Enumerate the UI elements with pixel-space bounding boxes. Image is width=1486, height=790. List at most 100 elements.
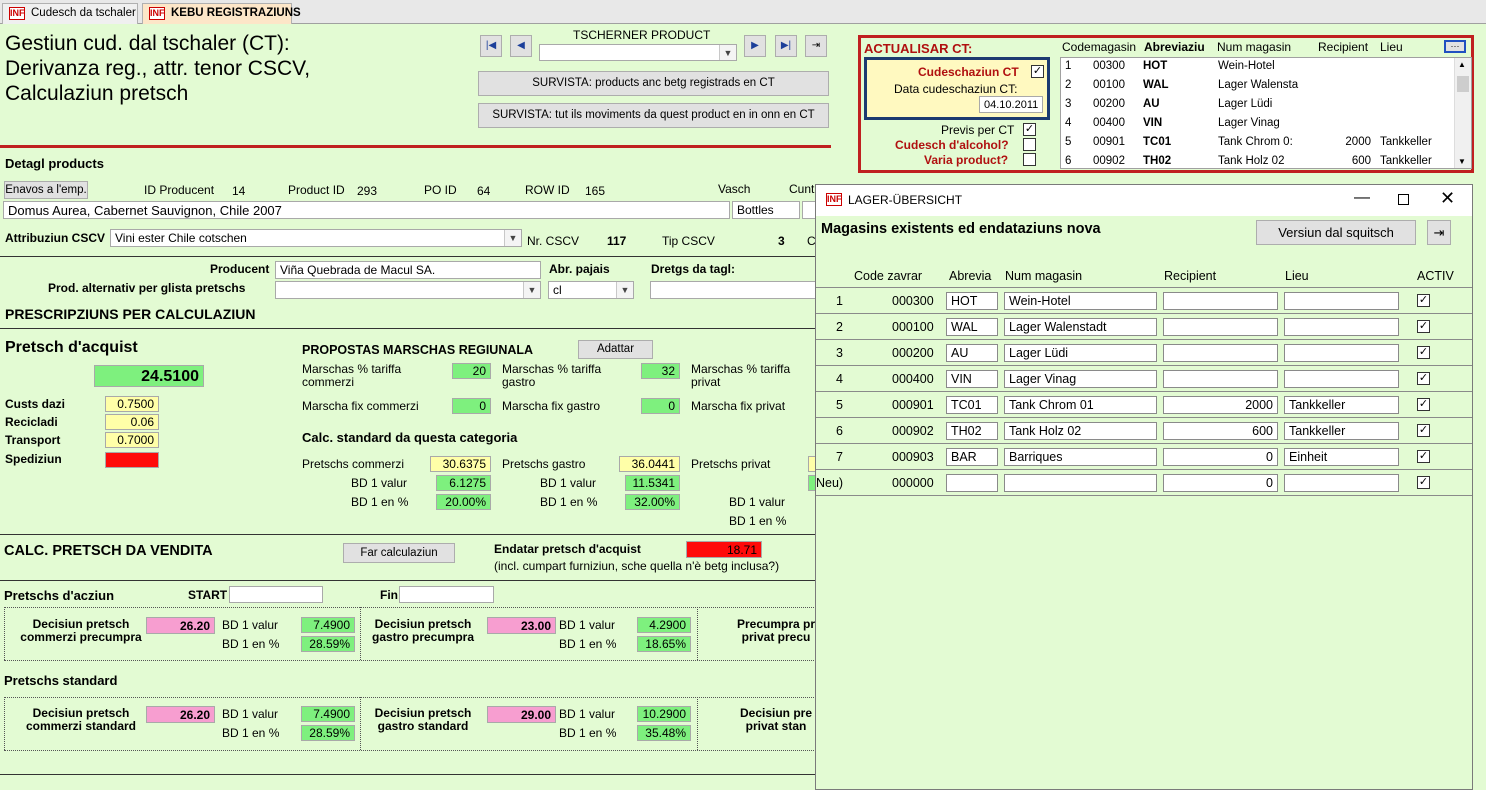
chevron-down-icon[interactable]: ▼ [719, 45, 736, 60]
dec-comm-std-pct-field[interactable]: 28.59% [301, 725, 355, 741]
row-lieu-field[interactable] [1284, 318, 1399, 336]
dec-gastro-pre-bd-field[interactable]: 4.2900 [637, 617, 691, 633]
scroll-up-icon[interactable]: ▲ [1458, 60, 1466, 69]
dec-gastro-std-bd-field[interactable]: 10.2900 [637, 706, 691, 722]
table-row[interactable]: 7 000903 BAR Barriques 0 Einheit ✓ [816, 444, 1472, 470]
row-activ-checkbox[interactable]: ✓ [1417, 320, 1430, 333]
row-activ-checkbox[interactable]: ✓ [1417, 476, 1430, 489]
dec-gastro-pre-pct-field[interactable]: 18.65% [637, 636, 691, 652]
fin-field[interactable] [399, 586, 494, 603]
ct-list-more-button[interactable]: ··· [1444, 40, 1466, 53]
m-tar-comm-field[interactable]: 20 [452, 363, 491, 379]
row-abr-field[interactable]: WAL [946, 318, 998, 336]
table-row[interactable]: 3 000200 AU Lager Lüdi ✓ [816, 340, 1472, 366]
table-row[interactable]: 4 000400 VIN Lager Vinag ✓ [816, 366, 1472, 392]
abr-pajais-combo[interactable]: cl ▼ [548, 281, 634, 299]
chevron-down-icon[interactable]: ▼ [616, 282, 633, 298]
row-lieu-field[interactable]: Tankkeller [1284, 422, 1399, 440]
dec-comm-pre-field[interactable]: 26.20 [146, 617, 215, 634]
row-name-field[interactable]: Lager Vinag [1004, 370, 1157, 388]
spediziun-field[interactable] [105, 452, 159, 468]
close-icon[interactable]: ✕ [1440, 188, 1455, 209]
row-name-field[interactable]: Barriques [1004, 448, 1157, 466]
row-abr-field[interactable]: VIN [946, 370, 998, 388]
row-name-field[interactable]: Tank Chrom 01 [1004, 396, 1157, 414]
gastro-bd-valur-field[interactable]: 11.5341 [625, 475, 680, 491]
m-fix-comm-field[interactable]: 0 [452, 398, 491, 414]
row-activ-checkbox[interactable]: ✓ [1417, 424, 1430, 437]
row-rec-field[interactable]: 600 [1163, 422, 1278, 440]
row-rec-field[interactable] [1163, 292, 1278, 310]
dec-comm-pre-pct-field[interactable]: 28.59% [301, 636, 355, 652]
data-cudeschaziun-field[interactable]: 04.10.2011 [979, 96, 1043, 113]
row-rec-field[interactable]: 0 [1163, 448, 1278, 466]
enavos-button[interactable]: Enavos a l'emp. [4, 181, 88, 199]
row-lieu-field[interactable] [1284, 292, 1399, 310]
row-rec-field[interactable]: 2000 [1163, 396, 1278, 414]
dec-comm-std-bd-field[interactable]: 7.4900 [301, 706, 355, 722]
table-row[interactable]: 1 000300 HOT Wein-Hotel ✓ [816, 288, 1472, 314]
maximize-icon[interactable] [1398, 194, 1409, 205]
row-rec-field[interactable] [1163, 344, 1278, 362]
pretsch-acquist-field[interactable]: 24.5100 [94, 365, 204, 387]
m-tar-gastro-field[interactable]: 32 [641, 363, 680, 379]
dec-gastro-std-pct-field[interactable]: 35.48% [637, 725, 691, 741]
p-gastro-field[interactable]: 36.0441 [619, 456, 680, 472]
ct-list-scrollbar[interactable]: ▲ ▼ [1454, 58, 1471, 168]
row-lieu-field[interactable]: Einheit [1284, 448, 1399, 466]
row-activ-checkbox[interactable]: ✓ [1417, 450, 1430, 463]
prod-alt-combo[interactable]: ▼ [275, 281, 541, 299]
row-abr-field[interactable]: BAR [946, 448, 998, 466]
ct-magasin-list[interactable]: 1 00300 HOT Wein-Hotel 2 00100 WAL Lager… [1060, 57, 1472, 169]
row-activ-checkbox[interactable]: ✓ [1417, 372, 1430, 385]
tab-kebu-registraziuns[interactable]: INF KEBU REGISTRAZIUNS [142, 3, 301, 24]
table-row[interactable]: 5 000901 TC01 Tank Chrom 01 2000 Tankkel… [816, 392, 1472, 418]
scroll-thumb[interactable] [1457, 76, 1469, 92]
exit-door-icon[interactable]: ⇥ [805, 35, 827, 57]
row-name-field[interactable]: Lager Lüdi [1004, 344, 1157, 362]
varia-checkbox[interactable] [1023, 153, 1036, 166]
list-item[interactable]: 2 00100 WAL Lager Walensta [1061, 77, 1456, 96]
product-name-field[interactable]: Domus Aurea, Cabernet Sauvignon, Chile 2… [3, 201, 730, 219]
row-abr-field[interactable]: AU [946, 344, 998, 362]
first-record-button[interactable]: |◀ [480, 35, 502, 57]
cudeschaziun-checkbox[interactable]: ✓ [1031, 65, 1044, 78]
survista-movements-button[interactable]: SURVISTA: tut ils moviments da quest pro… [478, 103, 829, 128]
row-activ-checkbox[interactable]: ✓ [1417, 346, 1430, 359]
row-rec-field[interactable] [1163, 370, 1278, 388]
row-abr-field[interactable] [946, 474, 998, 492]
dec-gastro-std-field[interactable]: 29.00 [487, 706, 556, 723]
row-name-field[interactable]: Lager Walenstadt [1004, 318, 1157, 336]
vasch-field[interactable]: Bottles [732, 201, 800, 219]
custs-dazi-field[interactable]: 0.7500 [105, 396, 159, 412]
row-lieu-field[interactable] [1284, 344, 1399, 362]
row-activ-checkbox[interactable]: ✓ [1417, 294, 1430, 307]
exit-door-icon[interactable]: ⇥ [1427, 220, 1451, 245]
row-rec-field[interactable]: 0 [1163, 474, 1278, 492]
chevron-down-icon[interactable]: ▼ [523, 282, 540, 298]
producent-field[interactable]: Viña Quebrada de Macul SA. [275, 261, 541, 279]
row-lieu-field[interactable]: Tankkeller [1284, 396, 1399, 414]
table-row[interactable]: 2 000100 WAL Lager Walenstadt ✓ [816, 314, 1472, 340]
p-comm-field[interactable]: 30.6375 [430, 456, 491, 472]
start-field[interactable] [229, 586, 323, 603]
row-abr-field[interactable]: TH02 [946, 422, 998, 440]
version-print-button[interactable]: Versiun dal squitsch [1256, 220, 1416, 245]
last-record-button[interactable]: ▶| [775, 35, 797, 57]
dretgs-field[interactable] [650, 281, 816, 299]
comm-bd-pct-field[interactable]: 20.00% [436, 494, 491, 510]
dec-comm-std-field[interactable]: 26.20 [146, 706, 215, 723]
m-fix-gastro-field[interactable]: 0 [641, 398, 680, 414]
minimize-icon[interactable]: — [1354, 189, 1370, 207]
row-lieu-field[interactable] [1284, 370, 1399, 388]
row-rec-field[interactable] [1163, 318, 1278, 336]
list-item[interactable]: 4 00400 VIN Lager Vinag [1061, 115, 1456, 134]
row-abr-field[interactable]: HOT [946, 292, 998, 310]
product-picker-combo[interactable]: ▼ [539, 44, 737, 61]
list-item[interactable]: 1 00300 HOT Wein-Hotel [1061, 58, 1456, 77]
list-item[interactable]: 3 00200 AU Lager Lüdi [1061, 96, 1456, 115]
cunt-field[interactable] [802, 201, 816, 219]
previs-checkbox[interactable]: ✓ [1023, 123, 1036, 136]
list-item[interactable]: 5 00901 TC01 Tank Chrom 0: 2000 Tankkell… [1061, 134, 1456, 153]
chevron-down-icon[interactable]: ▼ [504, 230, 521, 246]
